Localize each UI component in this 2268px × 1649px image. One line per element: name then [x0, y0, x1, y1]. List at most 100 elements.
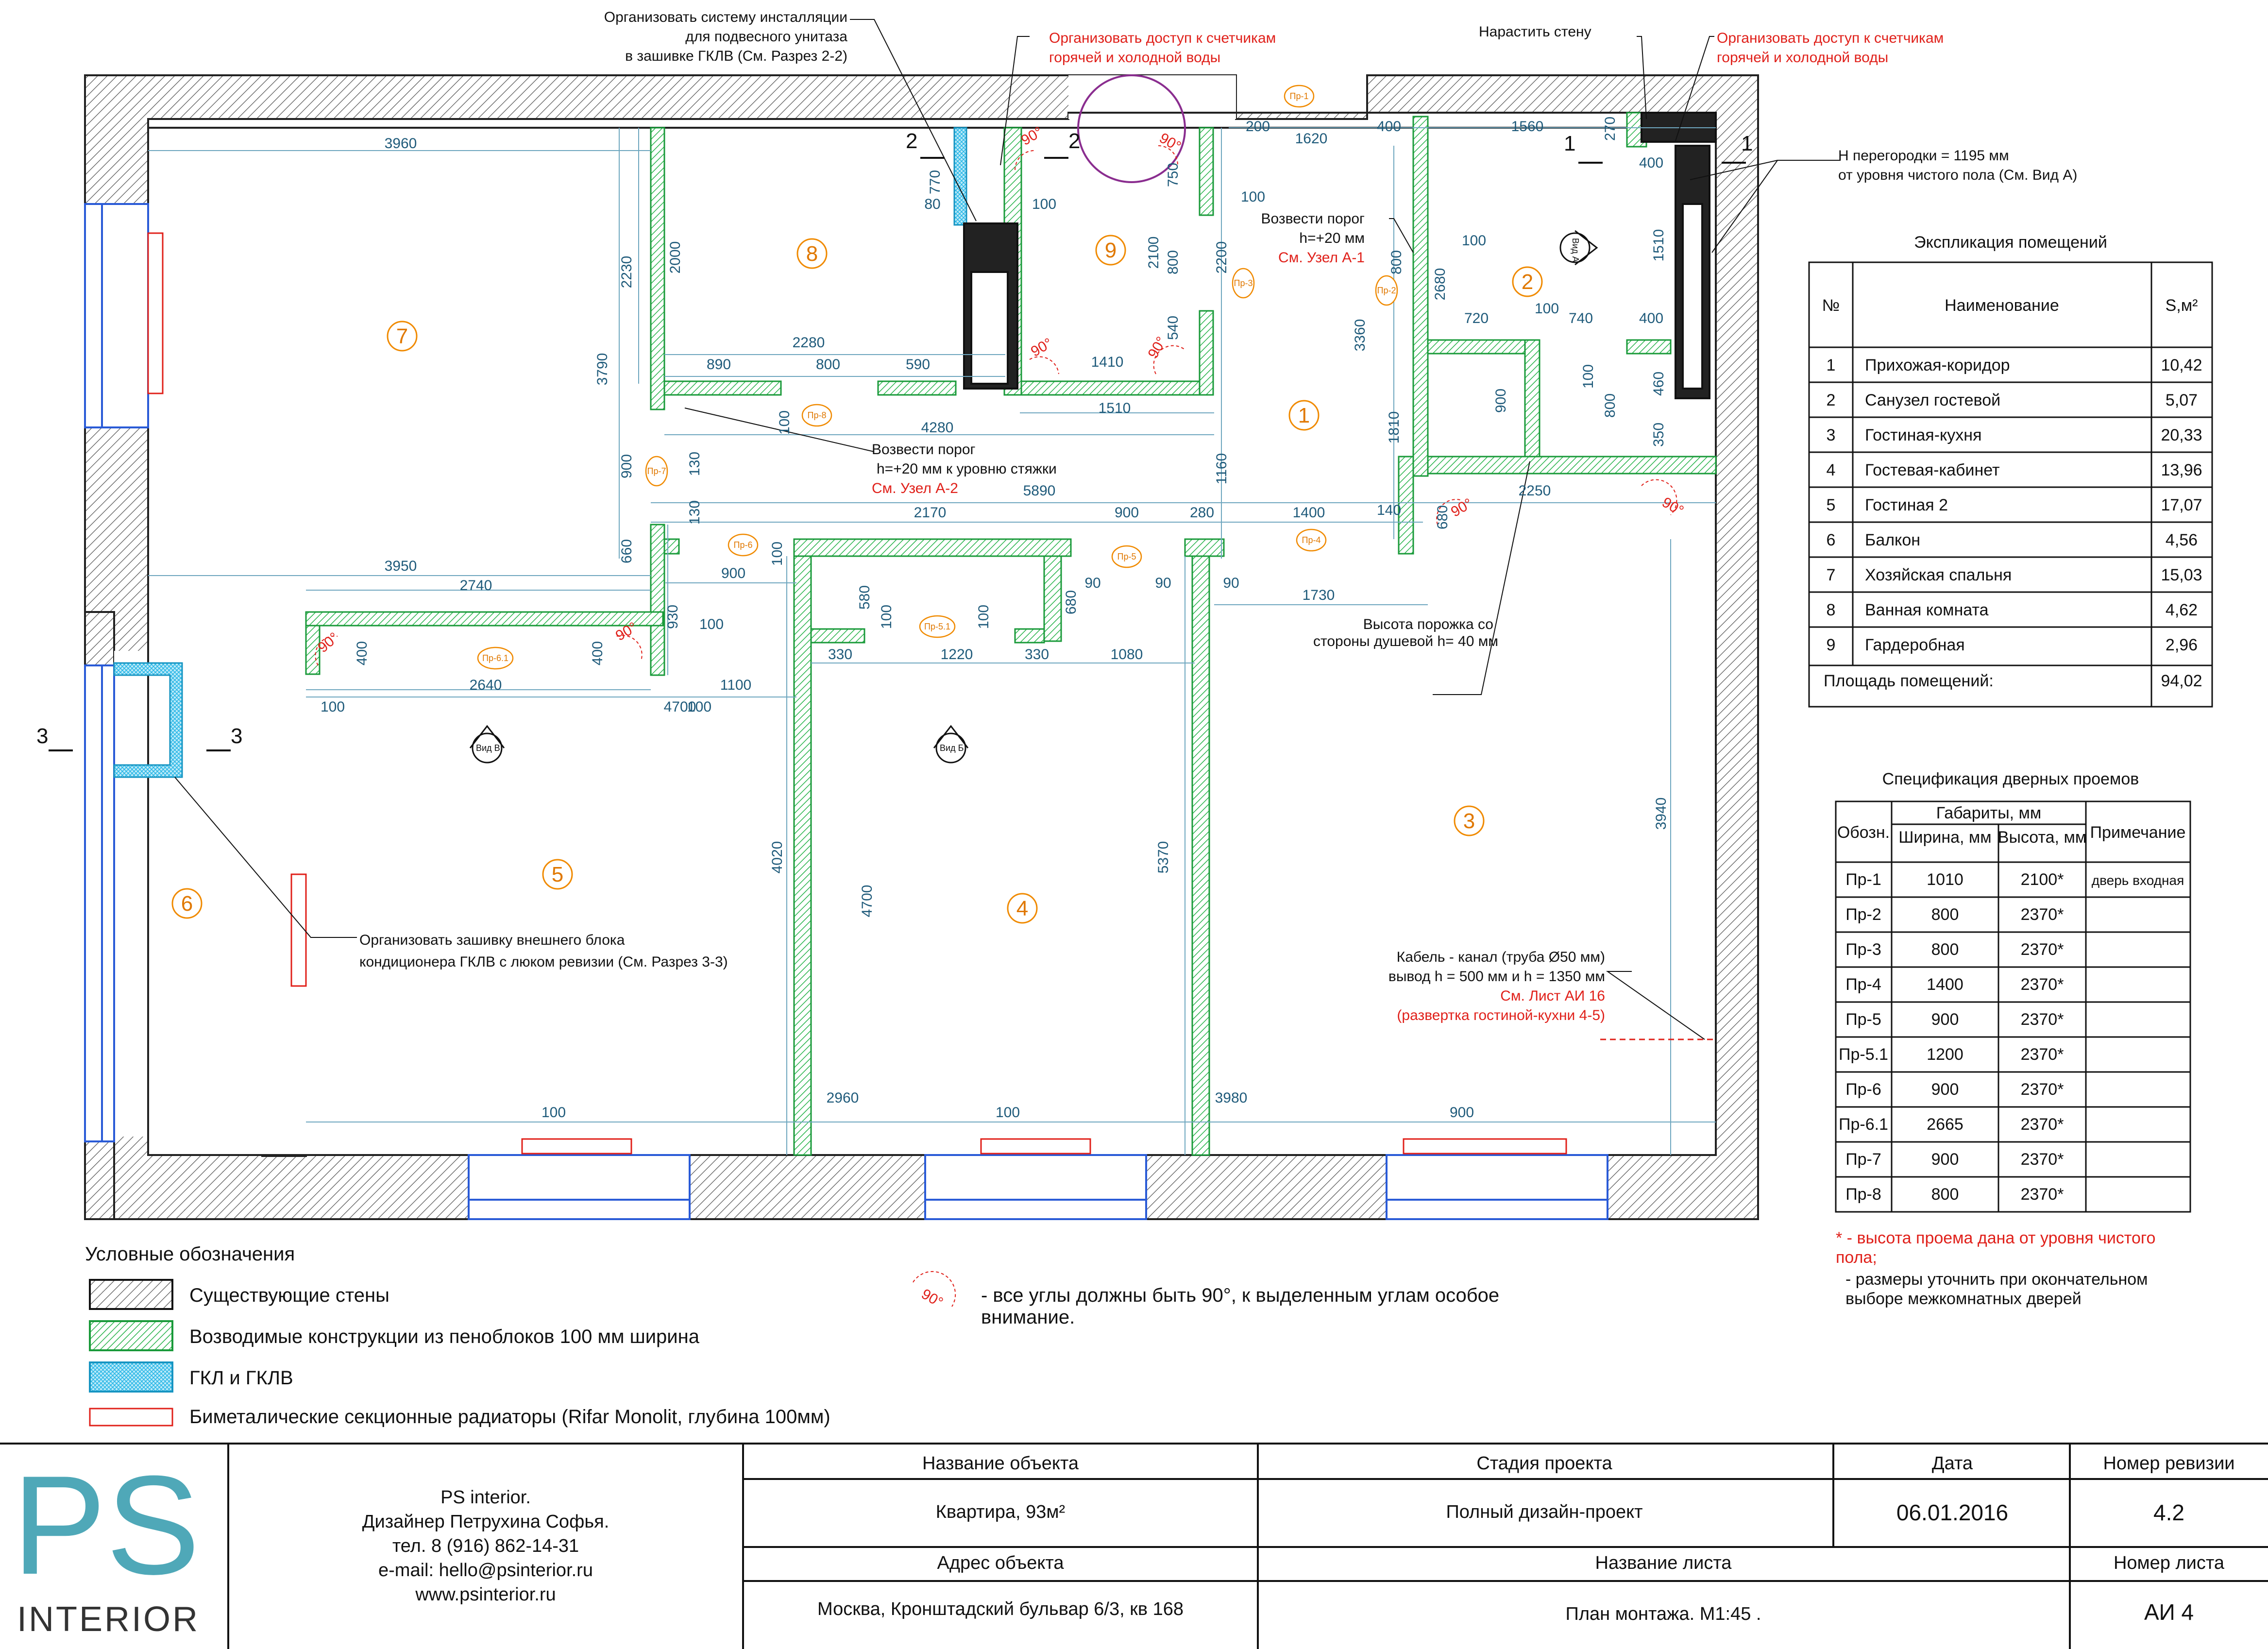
- dimension-value: 2200: [1214, 241, 1230, 274]
- explication-cell: Санузел гостевой: [1865, 391, 2000, 409]
- dimension-value: 90: [1084, 575, 1100, 591]
- dimension-value: 800: [1388, 250, 1405, 274]
- floor-plan-sheet: 2 2 1 1 3 3 Вид В Вид Б Вид А 90° 90° 90…: [0, 9, 2268, 1649]
- door-spec-table: Спецификация дверных проемов Обозн. Габа…: [1835, 770, 2191, 1308]
- dimension-value: 750: [1165, 163, 1181, 187]
- explication-cell: 3: [1827, 426, 1836, 444]
- explication-cell: Балкон: [1865, 531, 1920, 549]
- section-label-2-right: 2: [1068, 129, 1080, 153]
- dimension-value: 3940: [1653, 798, 1669, 830]
- dimension-value: 460: [1651, 372, 1667, 396]
- door-spec-cell: Пр-7: [1845, 1150, 1881, 1169]
- view-label-a: Вид А: [1571, 238, 1580, 262]
- legend-title: Условные обозначения: [85, 1243, 295, 1265]
- dimension-value: 100: [1241, 189, 1265, 205]
- door-spec-footnote-red: пола;: [1836, 1248, 1877, 1267]
- explication-cell: 9: [1827, 636, 1836, 654]
- door-spec-cell: 900: [1931, 1080, 1959, 1099]
- explication-cell: 5,07: [2166, 391, 2198, 409]
- dimension-value: 100: [699, 616, 724, 632]
- note-threshold-2: Возвести порог: [872, 442, 976, 458]
- door-spec-cell: Пр-8: [1845, 1185, 1881, 1204]
- dimension-value: 930: [665, 605, 681, 629]
- dimension-value: 400: [1639, 310, 1663, 326]
- dimension-value: 540: [1165, 316, 1181, 340]
- note-ac-unit: Организовать зашивку внешнего блока: [359, 932, 625, 948]
- dimension-value: 1510: [1099, 400, 1131, 416]
- door-label-pr-5-1: Пр-5.1: [924, 622, 950, 631]
- dimension-value: 200: [1246, 119, 1270, 135]
- explication-total-value: 94,02: [2161, 672, 2202, 690]
- note-partition-line: Н перегородки = 1195 мм: [1838, 148, 2009, 164]
- room-number-5: 5: [552, 863, 563, 886]
- legend-item-new: Возводимые конструкции из пеноблоков 100…: [189, 1326, 700, 1347]
- revision-value: 4.2: [2153, 1500, 2184, 1525]
- dimension-value: 100: [542, 1105, 566, 1121]
- door-spec-cell: 2665: [1927, 1115, 1963, 1134]
- note-ac-unit: кондиционера ГКЛВ с люком ревизии (См. Р…: [359, 954, 728, 970]
- door-label-pr-3: Пр-3: [1234, 278, 1253, 288]
- explication-cell: 13,96: [2161, 461, 2202, 479]
- door-spec-cell: 800: [1931, 1185, 1959, 1204]
- section-label-3-right: 3: [231, 724, 242, 748]
- note-installation-line: для подвесного унитаза: [685, 29, 847, 45]
- explication-cell: 20,33: [2161, 426, 2202, 444]
- explication-cell: 15,03: [2161, 566, 2202, 584]
- door-spec-cell: Пр-6.1: [1839, 1115, 1888, 1134]
- door-label-pr-6: Пр-6: [734, 540, 753, 550]
- dimension-value: 2000: [667, 241, 683, 274]
- explication-cell: 4,56: [2166, 531, 2198, 549]
- dimension-value: 4700: [859, 885, 875, 918]
- door-spec-cell: 2370*: [2021, 905, 2064, 924]
- stage-label: Стадия проекта: [1476, 1453, 1612, 1474]
- dimension-value: 90: [1155, 575, 1171, 591]
- object-value: Квартира, 93м²: [936, 1502, 1065, 1522]
- dimension-value: 4700: [664, 699, 696, 715]
- dimension-value: 100: [321, 699, 345, 715]
- note-extend-wall: Нарастить стену: [1479, 24, 1591, 40]
- explication-cell: Гостиная-кухня: [1865, 426, 1981, 444]
- dimension-value: 1100: [720, 677, 752, 693]
- note-meters-1: горячей и холодной воды: [1049, 50, 1220, 66]
- dimension-value: 3790: [594, 353, 610, 386]
- door-spec-header-designation: Обозн.: [1837, 823, 1890, 842]
- door-label-pr-6-1: Пр-6.1: [482, 653, 508, 663]
- door-spec-cell: Пр-2: [1845, 905, 1881, 924]
- note-cable-ref: (развертка гостиной-кухни 4-5): [1397, 1007, 1605, 1023]
- explication-cell: 1: [1827, 356, 1836, 374]
- door-spec-cell: Пр-1: [1845, 870, 1881, 889]
- explication-cell: 8: [1827, 601, 1836, 619]
- dimension-value: 1220: [941, 646, 973, 663]
- door-spec-cell: 2100*: [2021, 870, 2064, 889]
- dimension-value: 900: [619, 454, 635, 478]
- dimension-value: 660: [619, 539, 635, 563]
- date-value: 06.01.2016: [1896, 1500, 2008, 1525]
- title-block: PS INTERIOR PS interior. Дизайнер Петрух…: [0, 1443, 2268, 1649]
- dimension-value: 130: [687, 500, 703, 525]
- door-spec-cell: дверь входная: [2092, 873, 2184, 888]
- dimension-value: 900: [1450, 1105, 1474, 1121]
- room-number-2: 2: [1522, 270, 1533, 294]
- company-line: PS interior.: [440, 1487, 531, 1508]
- dimension-value: 4280: [921, 420, 954, 436]
- dimension-value: 100: [1462, 233, 1486, 249]
- door-spec-cell: 2370*: [2021, 1115, 2064, 1134]
- note-shower: Высота порожка со: [1363, 616, 1493, 632]
- door-spec-cell: 1400: [1927, 975, 1963, 994]
- company-line: www.psinterior.ru: [415, 1584, 556, 1605]
- door-spec-footnote: выборе межкомнатных дверей: [1845, 1290, 2082, 1308]
- dimension-value: 2680: [1432, 268, 1448, 301]
- legend-swatch-new: [89, 1320, 173, 1351]
- legend-swatch-radiator: [89, 1408, 173, 1427]
- dimension-value: 280: [1190, 505, 1214, 521]
- door-spec-cell: 2370*: [2021, 940, 2064, 959]
- legend-item-radiator: Биметалические секционные радиаторы (Rif…: [189, 1406, 830, 1428]
- sheet-name-value: План монтажа. М1:45 .: [1566, 1604, 1761, 1624]
- address-value: Москва, Кронштадский бульвар 6/3, кв 168: [817, 1599, 1184, 1619]
- door-spec-cell: 1200: [1927, 1045, 1963, 1064]
- explication-header-no: №: [1822, 296, 1840, 315]
- door-spec-cell: Пр-3: [1845, 940, 1881, 959]
- section-label-2-left: 2: [906, 129, 917, 153]
- dimension-value: 2640: [470, 677, 502, 693]
- sheet-name-label: Название листа: [1595, 1553, 1732, 1573]
